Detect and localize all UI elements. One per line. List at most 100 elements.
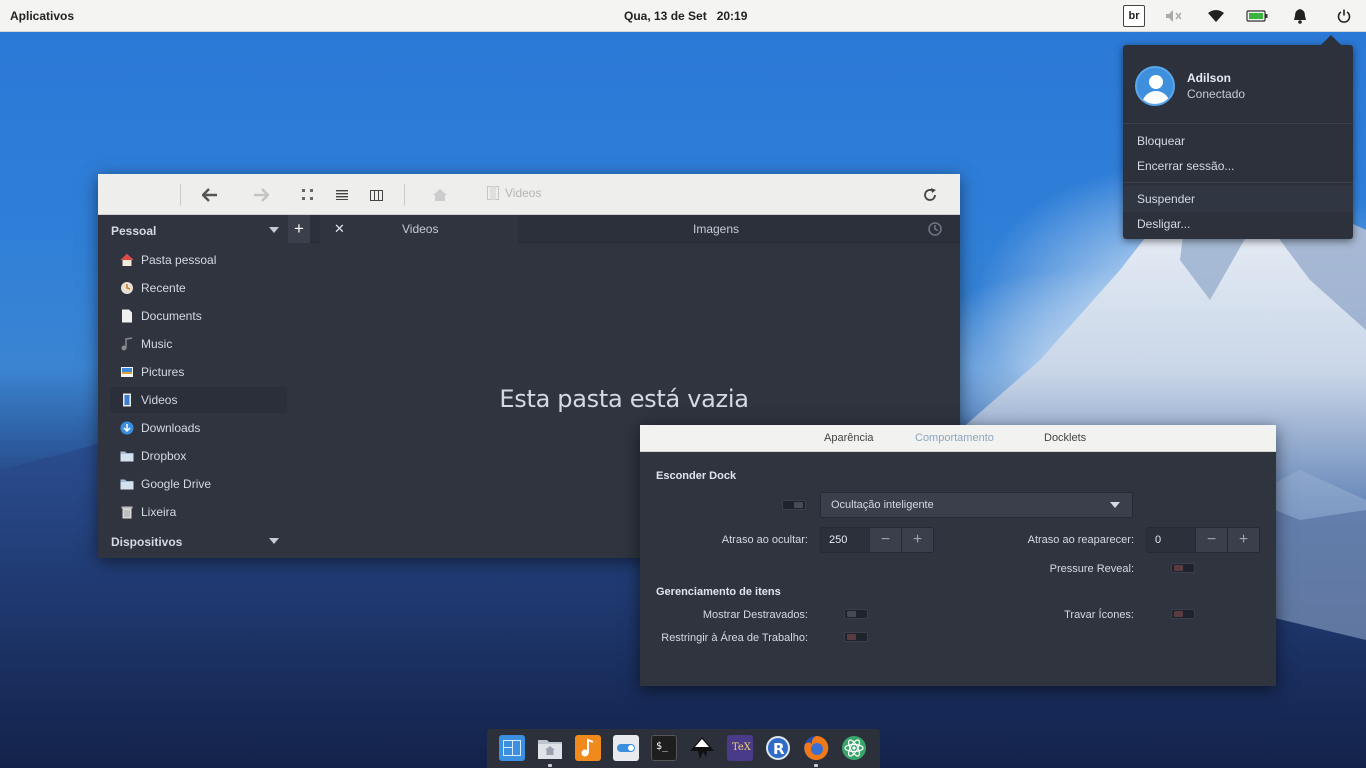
sidebar-header-devices[interactable]: Dispositivos bbox=[111, 535, 182, 549]
battery-icon[interactable] bbox=[1246, 6, 1268, 26]
top-panel: Aplicativos Qua, 13 de Set 20:19 br bbox=[0, 0, 1366, 32]
files-icon[interactable] bbox=[537, 735, 563, 761]
logout-menu-item[interactable]: Encerrar sessão... bbox=[1137, 159, 1234, 173]
show-unpinned-label: Mostrar Destravados: bbox=[702, 609, 808, 621]
reload-icon[interactable] bbox=[920, 184, 940, 206]
dock: $_ TeX R bbox=[487, 729, 880, 768]
user-name: Adilson bbox=[1187, 71, 1231, 85]
session-menu: Adilson Conectado Bloquear Encerrar sess… bbox=[1123, 35, 1353, 239]
history-icon[interactable] bbox=[927, 221, 947, 237]
back-arrow-icon[interactable] bbox=[198, 184, 222, 206]
chevron-down-icon[interactable] bbox=[269, 227, 279, 233]
user-info[interactable]: Adilson Conectado bbox=[1135, 66, 1245, 106]
tex-icon[interactable]: TeX bbox=[727, 735, 753, 761]
plus-icon[interactable]: + bbox=[901, 528, 933, 552]
hide-mode-select[interactable]: Ocultação inteligente bbox=[820, 492, 1133, 518]
new-tab-button[interactable]: + bbox=[288, 215, 310, 243]
wifi-icon[interactable] bbox=[1206, 6, 1226, 26]
section-item-management: Gerenciamento de itens bbox=[656, 586, 781, 598]
workspace-switcher-icon[interactable] bbox=[499, 735, 525, 761]
icon-view-icon[interactable] bbox=[298, 184, 318, 206]
plus-icon[interactable]: + bbox=[1227, 528, 1259, 552]
sidebar-item-documents[interactable]: Documents bbox=[112, 303, 287, 329]
sidebar-header-personal[interactable]: Pessoal bbox=[111, 224, 156, 238]
music-icon bbox=[120, 337, 134, 351]
tab-docklets[interactable]: Docklets bbox=[1044, 432, 1086, 444]
unhide-delay-label: Atraso ao reaparecer: bbox=[1027, 534, 1134, 546]
applications-menu[interactable]: Aplicativos bbox=[10, 9, 74, 23]
running-indicator bbox=[548, 764, 552, 767]
tab-bar: + ✕ Videos Imagens bbox=[288, 215, 960, 243]
avatar bbox=[1135, 66, 1175, 106]
hide-delay-value[interactable]: 250 bbox=[821, 528, 869, 552]
tab-images[interactable]: Imagens bbox=[518, 215, 916, 243]
sidebar-item-trash[interactable]: Lixeira bbox=[112, 499, 287, 525]
show-unpinned-switch[interactable] bbox=[844, 609, 868, 619]
minus-icon[interactable]: − bbox=[1195, 528, 1227, 552]
power-icon[interactable] bbox=[1334, 6, 1354, 26]
tab-appearance[interactable]: Aparência bbox=[824, 432, 874, 444]
restrict-workspace-switch[interactable] bbox=[844, 632, 868, 642]
breadcrumb[interactable]: Videos bbox=[487, 186, 541, 200]
lock-icons-label: Travar Ícones: bbox=[1064, 609, 1134, 621]
folder-icon bbox=[120, 449, 134, 463]
toolbar-separator bbox=[180, 184, 181, 206]
shutdown-menu-item[interactable]: Desligar... bbox=[1137, 217, 1190, 231]
column-view-icon[interactable] bbox=[366, 184, 386, 206]
forward-arrow-icon[interactable] bbox=[249, 184, 273, 206]
hide-delay-spinner[interactable]: 250 − + bbox=[820, 527, 934, 553]
atom-icon[interactable] bbox=[841, 735, 867, 761]
trash-icon bbox=[120, 505, 134, 519]
bell-icon[interactable] bbox=[1290, 6, 1310, 26]
sidebar-item-music[interactable]: Music bbox=[112, 331, 287, 357]
hide-mode-value: Ocultação inteligente bbox=[831, 499, 934, 511]
toolbar-separator bbox=[404, 184, 405, 206]
sidebar-item-recent[interactable]: Recente bbox=[112, 275, 287, 301]
sidebar-item-videos[interactable]: Videos bbox=[110, 387, 287, 413]
unhide-delay-spinner[interactable]: 0 − + bbox=[1146, 527, 1260, 553]
hide-dock-switch[interactable] bbox=[782, 500, 806, 510]
sidebar: Pessoal Pasta pessoal Recente Documents … bbox=[98, 215, 288, 558]
file-manager-toolbar: Videos bbox=[98, 174, 960, 215]
r-icon[interactable]: R bbox=[765, 735, 791, 761]
user-status: Conectado bbox=[1187, 87, 1246, 101]
sidebar-item-home[interactable]: Pasta pessoal bbox=[112, 247, 287, 273]
sidebar-item-dropbox[interactable]: Dropbox bbox=[112, 443, 287, 469]
clock[interactable]: Qua, 13 de Set 20:19 bbox=[624, 9, 747, 23]
sidebar-item-pictures[interactable]: Pictures bbox=[112, 359, 287, 385]
tab-images-label: Imagens bbox=[693, 222, 740, 236]
lock-icons-switch[interactable] bbox=[1171, 609, 1195, 619]
clock-date: Qua, 13 de Set bbox=[624, 9, 707, 23]
hide-delay-label: Atraso ao ocultar: bbox=[721, 534, 808, 546]
minus-icon[interactable]: − bbox=[869, 528, 901, 552]
settings-toggle-icon[interactable] bbox=[613, 735, 639, 761]
close-icon[interactable]: ✕ bbox=[334, 215, 345, 243]
suspend-menu-item[interactable]: Suspender bbox=[1123, 186, 1353, 212]
firefox-icon[interactable] bbox=[803, 735, 829, 761]
music-player-icon[interactable] bbox=[575, 735, 601, 761]
lock-menu-item[interactable]: Bloquear bbox=[1137, 134, 1185, 148]
section-hide-dock: Esconder Dock bbox=[656, 470, 737, 482]
tab-behavior[interactable]: Comportamento bbox=[915, 432, 994, 444]
pressure-reveal-switch[interactable] bbox=[1171, 563, 1195, 573]
chevron-down-icon bbox=[1110, 502, 1120, 508]
clock-time: 20:19 bbox=[716, 9, 748, 23]
tab-videos[interactable]: ✕ Videos bbox=[320, 215, 518, 243]
unhide-delay-value[interactable]: 0 bbox=[1147, 528, 1195, 552]
tab-videos-label: Videos bbox=[402, 222, 439, 236]
sidebar-item-downloads[interactable]: Downloads bbox=[112, 415, 287, 441]
film-icon bbox=[487, 186, 499, 200]
downloads-icon bbox=[120, 421, 134, 435]
volume-muted-icon[interactable] bbox=[1164, 6, 1184, 26]
document-icon bbox=[120, 309, 134, 323]
menu-divider bbox=[1123, 182, 1353, 183]
home-breadcrumb-icon[interactable] bbox=[430, 184, 450, 206]
sidebar-item-google-drive[interactable]: Google Drive bbox=[112, 471, 287, 497]
prefs-tab-bar: Aparência Comportamento Docklets bbox=[640, 425, 1276, 452]
terminal-icon[interactable]: $_ bbox=[651, 735, 677, 761]
keyboard-layout-indicator[interactable]: br bbox=[1123, 5, 1145, 27]
list-view-icon[interactable] bbox=[332, 184, 352, 206]
inkscape-icon[interactable] bbox=[689, 735, 715, 761]
chevron-down-icon[interactable] bbox=[269, 538, 279, 544]
svg-text:R: R bbox=[773, 740, 785, 758]
